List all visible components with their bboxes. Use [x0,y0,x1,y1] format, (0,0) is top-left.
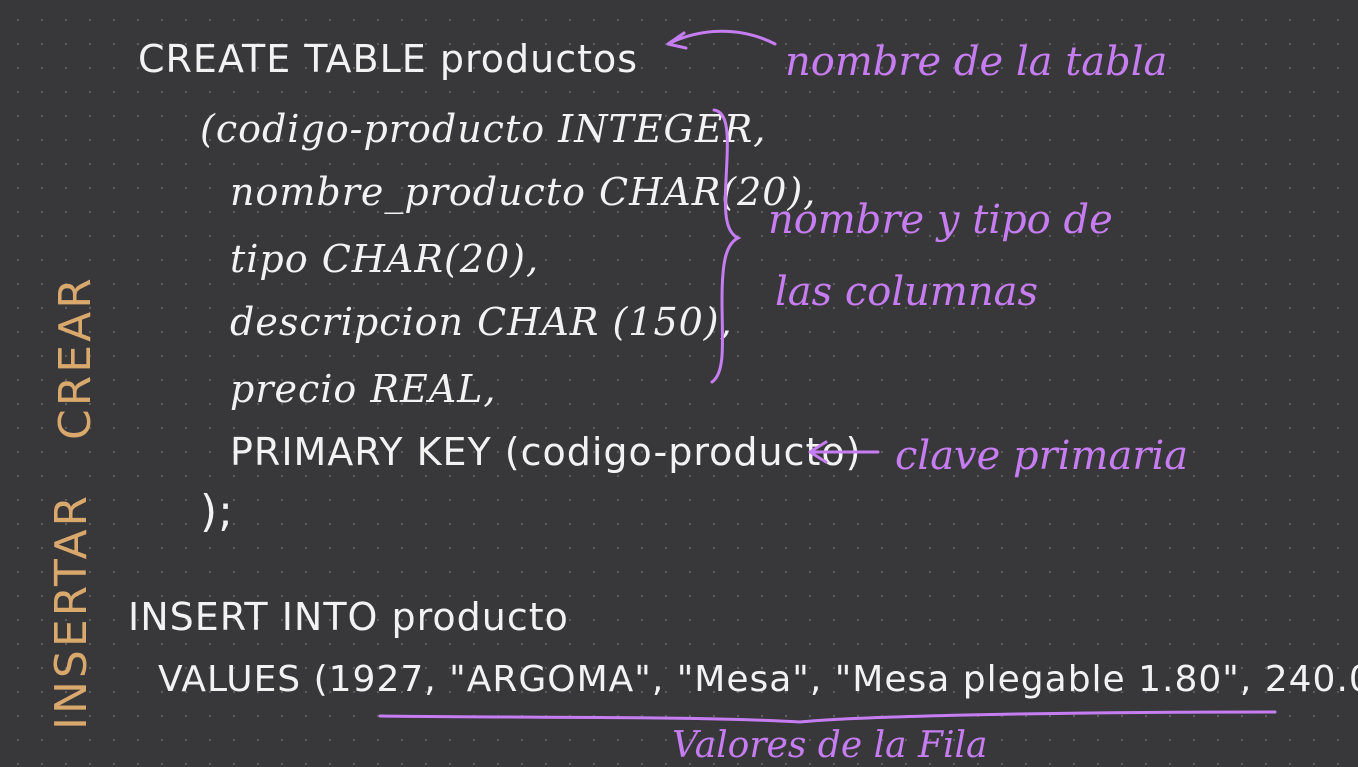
whiteboard-canvas: CREAR INSERTAR CREATE TABLE productos (c… [0,0,1358,767]
arrow-icon [666,29,777,50]
annotation-strokes [378,29,1277,724]
underline-brace-icon [378,710,1277,724]
arrow-icon [808,440,880,464]
curly-brace-icon [710,108,742,384]
